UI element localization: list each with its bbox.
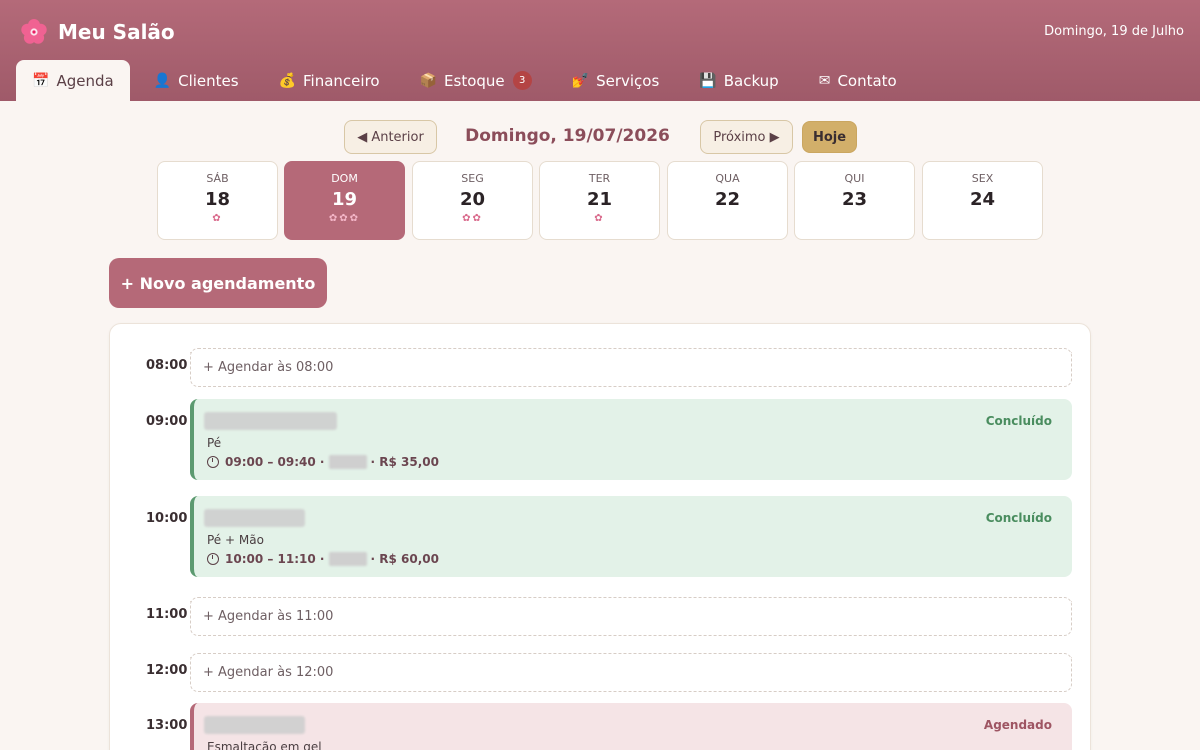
today-button[interactable]: Hoje (802, 121, 857, 153)
slot-time: 08:00 (146, 358, 188, 373)
clock-icon (207, 553, 219, 565)
new-appointment-button[interactable]: + Novo agendamento (109, 258, 327, 308)
client-name-redacted (204, 716, 305, 734)
day-card-22[interactable]: QUA 22 (667, 161, 788, 240)
tab-label: Backup (723, 71, 779, 90)
day-card-23[interactable]: QUI 23 (794, 161, 915, 240)
user-icon: 👤 (153, 72, 172, 89)
app-header: Meu Salão Domingo, 19 de Julho 📅 Agenda 👤 C… (0, 0, 1200, 101)
tab-contato[interactable]: ✉ Contato (803, 60, 913, 101)
day-of-week: SEG (461, 172, 484, 185)
day-card-21[interactable]: TER 21 ✿ (539, 161, 660, 240)
appointment-time-range: 09:00 – 09:40 · (225, 455, 325, 469)
tab-label: Clientes (178, 71, 239, 90)
header-date: Domingo, 19 de Julho (1044, 24, 1184, 39)
appointment-flower-icons: ✿✿ (462, 213, 483, 224)
appointment-price: · R$ 35,00 (370, 455, 439, 469)
appointment-status: Concluído (985, 511, 1052, 525)
nail-polish-icon: 💅 (571, 72, 590, 89)
flower-icon (21, 19, 47, 44)
appointment-status: Agendado (983, 718, 1052, 732)
slot-time: 09:00 (146, 414, 188, 429)
slot-time: 10:00 (146, 511, 188, 526)
day-card-20[interactable]: SEG 20 ✿✿ (412, 161, 533, 240)
appointment-card[interactable]: Esmaltação em gel Agendado (190, 703, 1072, 750)
day-number: 23 (841, 189, 868, 210)
brand[interactable]: Meu Salão (20, 18, 175, 46)
slot-time: 12:00 (146, 663, 188, 678)
appointment-flower-icons: ✿✿✿ (328, 213, 361, 224)
stock-alert-badge: 3 (512, 71, 532, 90)
next-day-button[interactable]: Próximo ▶ (700, 120, 793, 154)
professional-name-redacted (328, 455, 367, 469)
appointment-flower-icons (668, 213, 787, 227)
slot-time: 11:00 (146, 607, 188, 622)
appointment-flower-icons (795, 213, 914, 227)
schedule-slot-button[interactable]: + Agendar às 08:00 (190, 348, 1072, 387)
appointment-flower-icons: ✿ (594, 213, 605, 224)
slot-time: 13:00 (146, 718, 188, 733)
previous-day-button[interactable]: ◀ Anterior (344, 120, 437, 154)
appointment-card[interactable]: Pé + Mão 10:00 – 11:10 · · R$ 60,00 Concluí… (190, 496, 1072, 577)
tab-label: Serviços (596, 71, 660, 90)
app-title: Meu Salão (58, 20, 175, 44)
appointment-time-range: 10:00 – 11:10 · (225, 552, 325, 566)
clock-icon (207, 456, 219, 468)
day-number: 19 (331, 189, 358, 210)
service-name: Pé (207, 436, 222, 450)
appointment-status: Concluído (985, 414, 1052, 428)
appointment-meta: 09:00 – 09:40 · · R$ 35,00 (207, 455, 439, 469)
service-name: Esmaltação em gel (207, 740, 322, 750)
day-of-week: DOM (331, 172, 358, 185)
appointment-flower-icons (923, 213, 1042, 227)
tab-label: Financeiro (303, 71, 380, 90)
current-date-label: Domingo, 19/07/2026 (465, 126, 670, 146)
tab-label: Contato (837, 71, 897, 90)
schedule-slot-button[interactable]: + Agendar às 11:00 (190, 597, 1072, 636)
main-tabs: 📅 Agenda 👤 Clientes 💰 Financeiro 📦 Estoque 3 💅 Ser… (16, 60, 921, 101)
floppy-disk-icon: 💾 (699, 72, 717, 89)
tab-agenda[interactable]: 📅 Agenda (16, 60, 130, 101)
day-of-week: SEX (971, 172, 994, 185)
money-bag-icon: 💰 (278, 72, 297, 89)
tab-label: Estoque (444, 71, 505, 90)
tab-clientes[interactable]: 👤 Clientes (138, 60, 255, 101)
day-of-week: SÁB (206, 172, 229, 185)
envelope-icon: ✉ (818, 72, 831, 89)
service-name: Pé + Mão (207, 533, 264, 547)
tab-servicos[interactable]: 💅 Serviços (556, 60, 676, 101)
appointment-flower-icons: ✿ (212, 213, 223, 224)
appointment-meta: 10:00 – 11:10 · · R$ 60,00 (207, 552, 439, 566)
tab-backup[interactable]: 💾 Backup (683, 60, 794, 101)
day-number: 22 (714, 189, 741, 210)
day-card-19[interactable]: DOM 19 ✿✿✿ (284, 161, 405, 240)
box-icon: 📦 (419, 72, 438, 89)
client-name-redacted (204, 509, 305, 527)
day-schedule: 08:00 + Agendar às 08:00 09:00 Pé 09:00 – 09… (109, 323, 1091, 750)
appointment-price: · R$ 60,00 (370, 552, 439, 566)
tab-financeiro[interactable]: 💰 Financeiro (263, 60, 396, 101)
calendar-icon: 📅 (32, 72, 50, 89)
day-number: 18 (204, 189, 231, 210)
day-of-week: QUA (715, 172, 740, 185)
client-name-redacted (204, 412, 337, 430)
day-number: 20 (459, 189, 486, 210)
day-number: 24 (969, 189, 996, 210)
day-number: 21 (586, 189, 613, 210)
day-card-18[interactable]: SÁB 18 ✿ (157, 161, 278, 240)
tab-label: Agenda (56, 71, 114, 90)
day-of-week: QUI (844, 172, 865, 185)
appointment-card[interactable]: Pé 09:00 – 09:40 · · R$ 35,00 Concluído (190, 399, 1072, 480)
schedule-slot-button[interactable]: + Agendar às 12:00 (190, 653, 1072, 692)
day-card-24[interactable]: SEX 24 (922, 161, 1043, 240)
professional-name-redacted (328, 552, 367, 566)
tab-estoque[interactable]: 📦 Estoque 3 (404, 60, 548, 101)
day-of-week: TER (588, 172, 611, 185)
